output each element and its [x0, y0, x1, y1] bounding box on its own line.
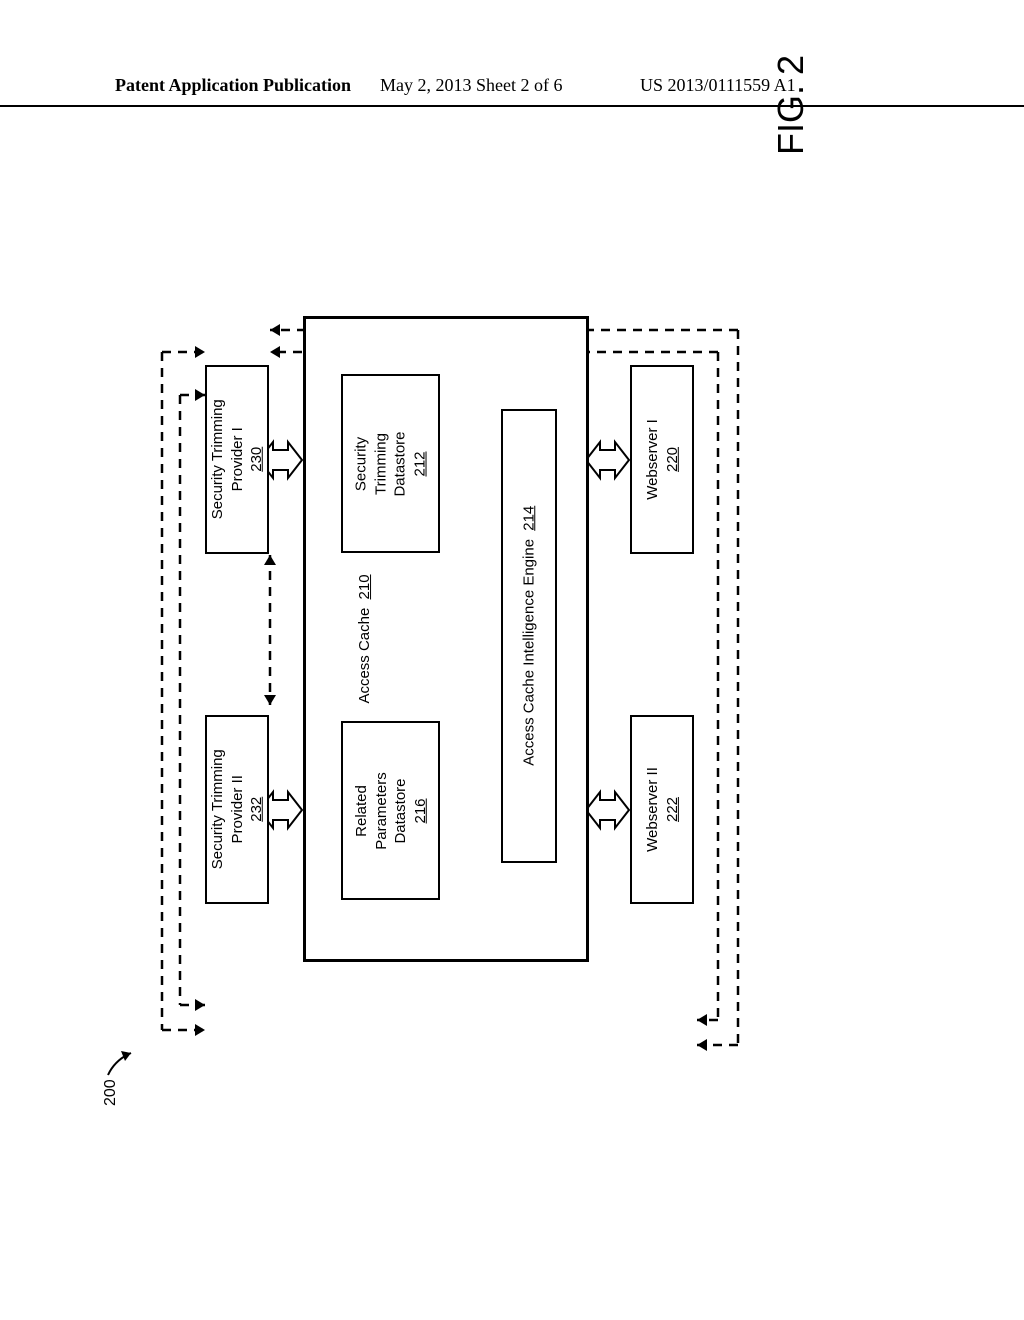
webserver-1-box: Webserver I 220 [630, 365, 694, 554]
rpd-line3: Datastore [392, 778, 409, 843]
web1-label: Webserver I [644, 419, 661, 500]
stp1-line2: Provider I [228, 427, 245, 491]
web2-label: Webserver II [644, 767, 661, 852]
webserver-2-box: Webserver II 222 [630, 715, 694, 904]
web2-ref: 222 [663, 797, 680, 822]
web1-ref: 220 [663, 447, 680, 472]
stp2-line2: Provider II [228, 775, 245, 843]
stp2-line1: Security Trimming [209, 749, 226, 869]
header: Patent Application Publication May 2, 20… [0, 75, 1024, 107]
access-cache-label: Access Cache [356, 608, 373, 704]
engine-ref: 214 [520, 506, 537, 531]
intelligence-engine-box: Access Cache Intelligence Engine 214 [501, 409, 557, 863]
security-trimming-provider-1-box: Security Trimming Provider I 230 [205, 365, 269, 554]
security-trimming-provider-2-box: Security Trimming Provider II 232 [205, 715, 269, 904]
access-cache-box: Access Cache 210 Security Trimming Datas… [303, 316, 589, 962]
diagram: Access Cache 210 Security Trimming Datas… [140, 160, 740, 1060]
security-trimming-datastore-box: Security Trimming Datastore 212 [341, 374, 440, 553]
header-date-sheet: May 2, 2013 Sheet 2 of 6 [380, 75, 562, 96]
header-publication: Patent Application Publication [115, 75, 351, 96]
related-parameters-datastore-box: Related Parameters Datastore 216 [341, 721, 440, 900]
rpd-line1: Related [353, 785, 370, 837]
page: Patent Application Publication May 2, 20… [0, 0, 1024, 1320]
std-ref: 212 [411, 451, 428, 476]
std-line2: Trimming [372, 433, 389, 495]
stp2-ref: 232 [248, 797, 265, 822]
std-line3: Datastore [391, 431, 408, 496]
stp1-ref: 230 [248, 447, 265, 472]
access-cache-ref: 210 [356, 574, 373, 599]
ref-200-arrow-icon [103, 1045, 143, 1085]
stp1-line1: Security Trimming [209, 399, 226, 519]
std-line1: Security [352, 436, 369, 490]
engine-label: Access Cache Intelligence Engine [520, 539, 537, 766]
rpd-line2: Parameters [372, 772, 389, 850]
rpd-ref: 216 [411, 798, 428, 823]
figure-label: FIG. 2 [770, 55, 812, 155]
